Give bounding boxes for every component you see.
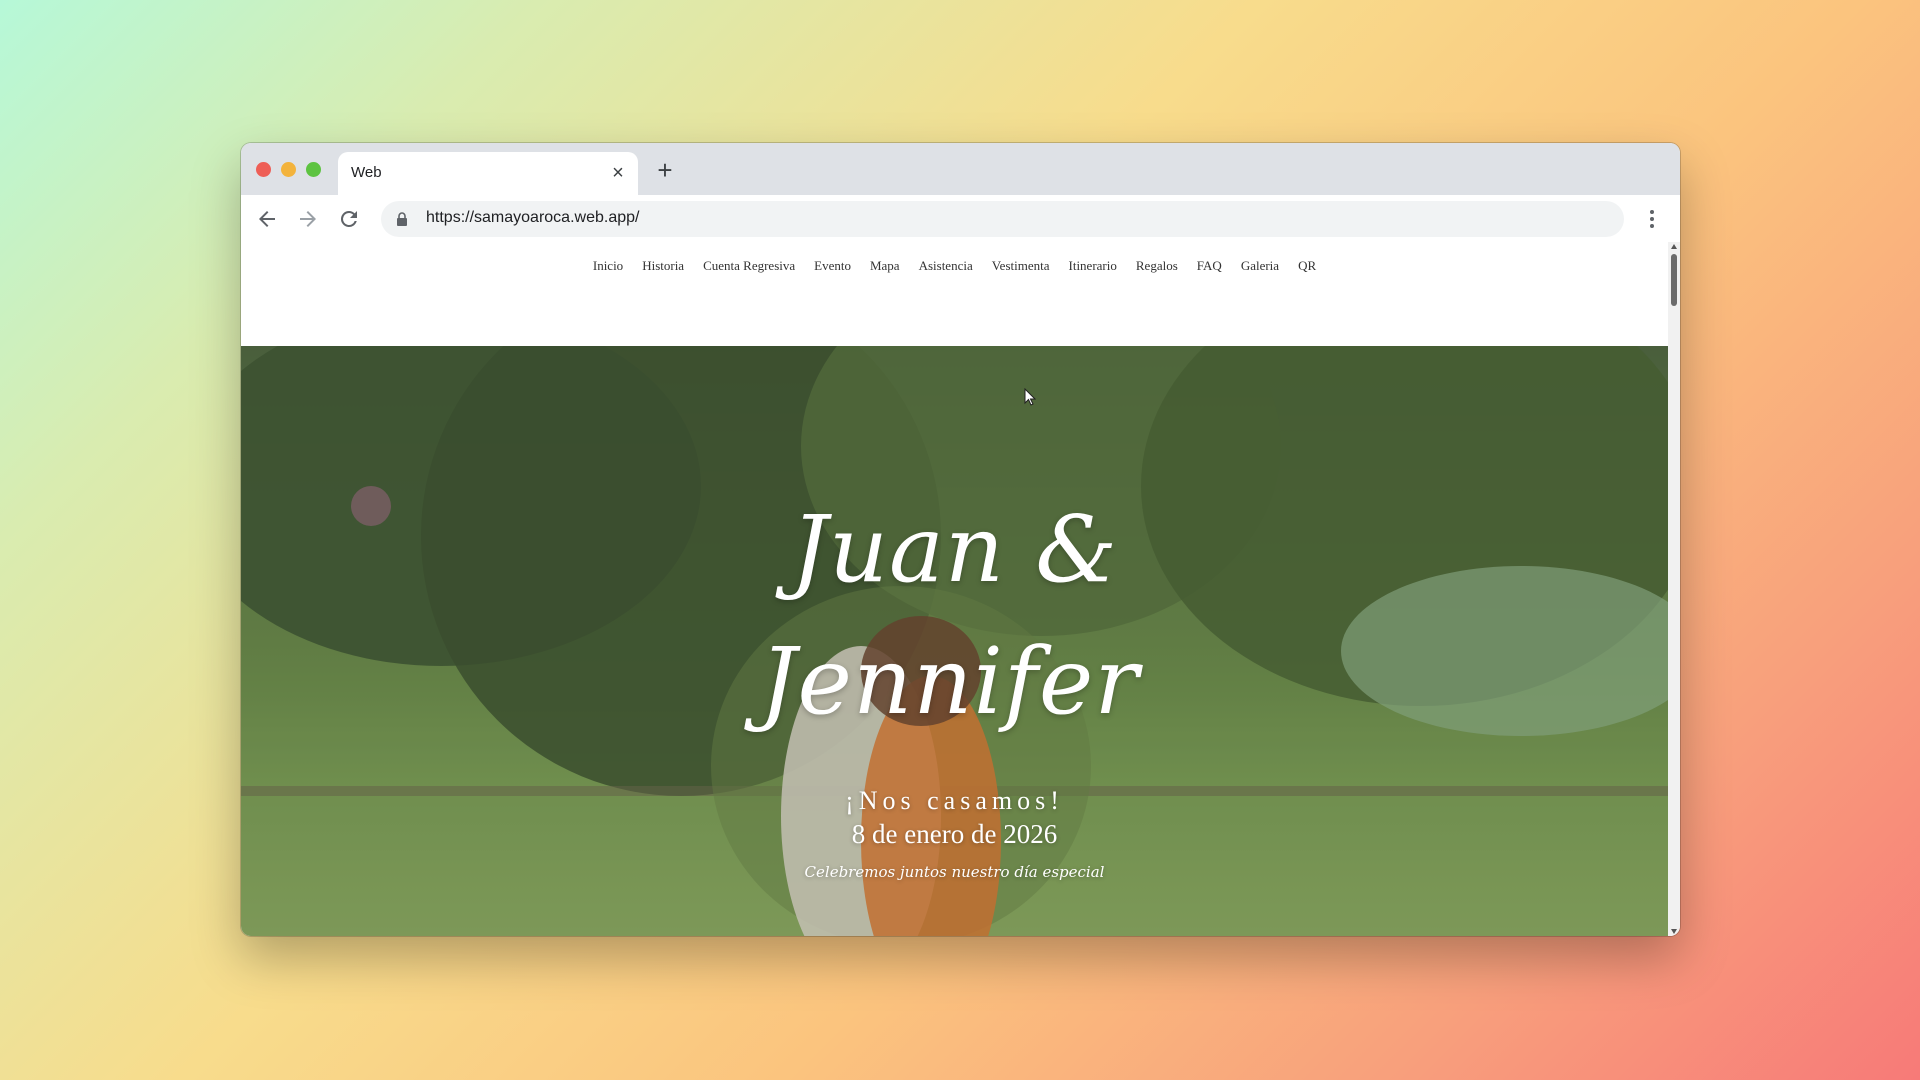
nav-link-vestimenta[interactable]: Vestimenta xyxy=(992,258,1050,274)
tab-web[interactable]: Web × xyxy=(338,152,638,195)
nav-link-faq[interactable]: FAQ xyxy=(1197,258,1222,274)
nav-link-asistencia[interactable]: Asistencia xyxy=(919,258,973,274)
close-window-button[interactable] xyxy=(256,162,271,177)
page-viewport: Inicio Historia Cuenta Regresiva Evento … xyxy=(241,242,1668,936)
minimize-window-button[interactable] xyxy=(281,162,296,177)
scroll-up-icon[interactable] xyxy=(1671,244,1677,249)
back-arrow-icon[interactable] xyxy=(255,207,279,231)
nav-link-itinerario[interactable]: Itinerario xyxy=(1069,258,1117,274)
hero-text: Juan & Jennifer ¡Nos casamos! 8 de enero… xyxy=(241,346,1668,936)
zoom-window-button[interactable] xyxy=(306,162,321,177)
browser-toolbar: https://samayoaroca.web.app/ xyxy=(241,195,1680,242)
nav-link-qr[interactable]: QR xyxy=(1298,258,1316,274)
address-bar[interactable]: https://samayoaroca.web.app/ xyxy=(381,201,1624,237)
hero-subtitle: ¡Nos casamos! xyxy=(845,786,1064,815)
url-text[interactable]: https://samayoaroca.web.app/ xyxy=(426,209,639,227)
lock-icon[interactable] xyxy=(394,211,410,227)
reload-icon[interactable] xyxy=(337,207,361,231)
tab-close-icon[interactable]: × xyxy=(608,163,628,183)
wedding-date: 8 de enero de 2026 xyxy=(851,819,1058,849)
hero-tagline: Celebremos juntos nuestro día especial xyxy=(804,863,1105,881)
nav-link-evento[interactable]: Evento xyxy=(814,258,851,274)
mouse-cursor-icon xyxy=(1024,388,1036,406)
page-scrollbar[interactable] xyxy=(1668,242,1680,936)
nav-link-mapa[interactable]: Mapa xyxy=(870,258,900,274)
couple-name-line2: Jennifer xyxy=(759,628,1140,735)
nav-link-inicio[interactable]: Inicio xyxy=(593,258,623,274)
site-nav: Inicio Historia Cuenta Regresiva Evento … xyxy=(241,242,1668,346)
hero-section: Juan & Jennifer ¡Nos casamos! 8 de enero… xyxy=(241,346,1668,936)
nav-link-historia[interactable]: Historia xyxy=(642,258,684,274)
scroll-down-icon[interactable] xyxy=(1671,929,1677,934)
nav-link-regalos[interactable]: Regalos xyxy=(1136,258,1178,274)
tab-title: Web xyxy=(351,164,382,181)
browser-window: Web × + https://samayoaroca.web.app/ Ini… xyxy=(241,143,1680,936)
couple-name-line1: Juan & xyxy=(790,496,1119,603)
new-tab-button[interactable]: + xyxy=(651,156,679,184)
scroll-thumb[interactable] xyxy=(1671,254,1677,306)
kebab-menu-icon[interactable] xyxy=(1640,207,1664,231)
nav-link-galeria[interactable]: Galeria xyxy=(1241,258,1279,274)
nav-link-cuenta-regresiva[interactable]: Cuenta Regresiva xyxy=(703,258,795,274)
forward-arrow-icon[interactable] xyxy=(296,207,320,231)
tab-strip: Web × + xyxy=(241,143,1680,195)
